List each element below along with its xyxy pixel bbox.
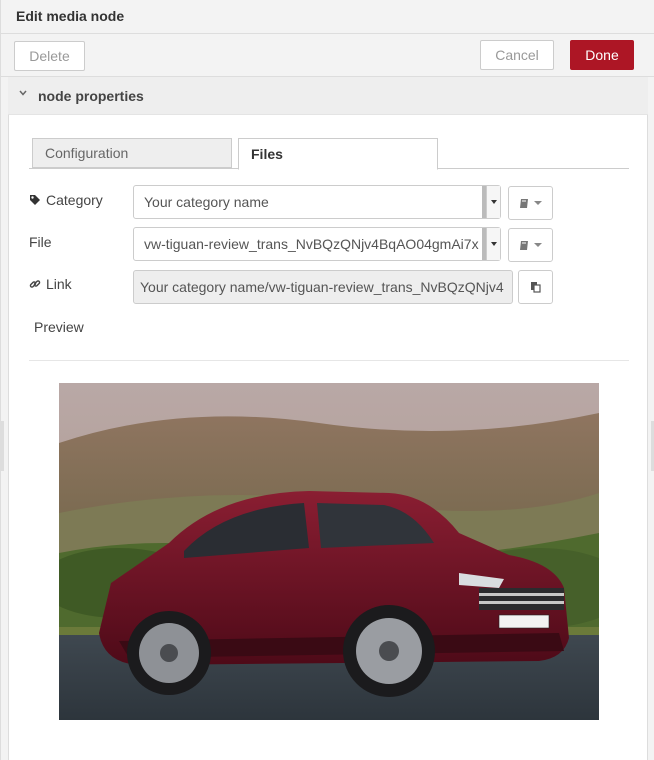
category-label: Category: [29, 192, 103, 208]
section-title: node properties: [38, 88, 144, 104]
car-image: [59, 383, 599, 720]
left-resize-handle[interactable]: [1, 421, 4, 471]
tab-configuration[interactable]: Configuration: [32, 138, 232, 168]
file-label: File: [29, 234, 52, 250]
link-label-text: Link: [46, 276, 72, 292]
category-menu-button[interactable]: [508, 186, 553, 220]
copy-link-button[interactable]: [518, 270, 553, 304]
file-menu-button[interactable]: [508, 228, 553, 262]
caret-down-icon: [534, 243, 542, 247]
file-label-text: File: [29, 234, 52, 250]
tray-header: Edit media node: [1, 0, 654, 34]
preview-image: [59, 383, 599, 720]
clipboard-icon: [531, 282, 541, 293]
node-properties-header[interactable]: node properties: [8, 77, 648, 115]
caret-down-icon: [534, 201, 542, 205]
book-icon: [520, 240, 528, 250]
chevron-down-icon[interactable]: [486, 228, 500, 260]
chevron-down-icon: [19, 90, 27, 96]
file-value: vw-tiguan-review_trans_NvBQzQNjv4BqAO04g…: [144, 236, 479, 252]
cancel-button[interactable]: Cancel: [480, 40, 554, 70]
divider: [29, 360, 629, 361]
tab-bar: Configuration Files: [29, 138, 629, 170]
link-value: Your category name/vw-tiguan-review_tran…: [140, 279, 504, 295]
preview-label: Preview: [34, 319, 84, 335]
tag-icon: [30, 195, 40, 205]
tray-toolbar: Delete Cancel Done: [1, 34, 654, 77]
edit-node-tray: Edit media node Delete Cancel Done node …: [0, 0, 654, 760]
category-value: Your category name: [144, 194, 269, 210]
tray-title: Edit media node: [16, 8, 125, 24]
link-field[interactable]: Your category name/vw-tiguan-review_tran…: [133, 270, 513, 304]
book-icon: [520, 198, 528, 208]
link-icon: [29, 280, 41, 288]
category-select[interactable]: Your category name: [133, 185, 501, 219]
link-label: Link: [29, 276, 72, 292]
tab-files[interactable]: Files: [238, 138, 438, 170]
delete-button[interactable]: Delete: [14, 41, 85, 71]
category-label-text: Category: [46, 192, 103, 208]
chevron-down-icon[interactable]: [486, 186, 500, 218]
file-select[interactable]: vw-tiguan-review_trans_NvBQzQNjv4BqAO04g…: [133, 227, 501, 261]
done-button[interactable]: Done: [570, 40, 634, 70]
properties-panel: Configuration Files Category Your catego…: [8, 115, 648, 760]
